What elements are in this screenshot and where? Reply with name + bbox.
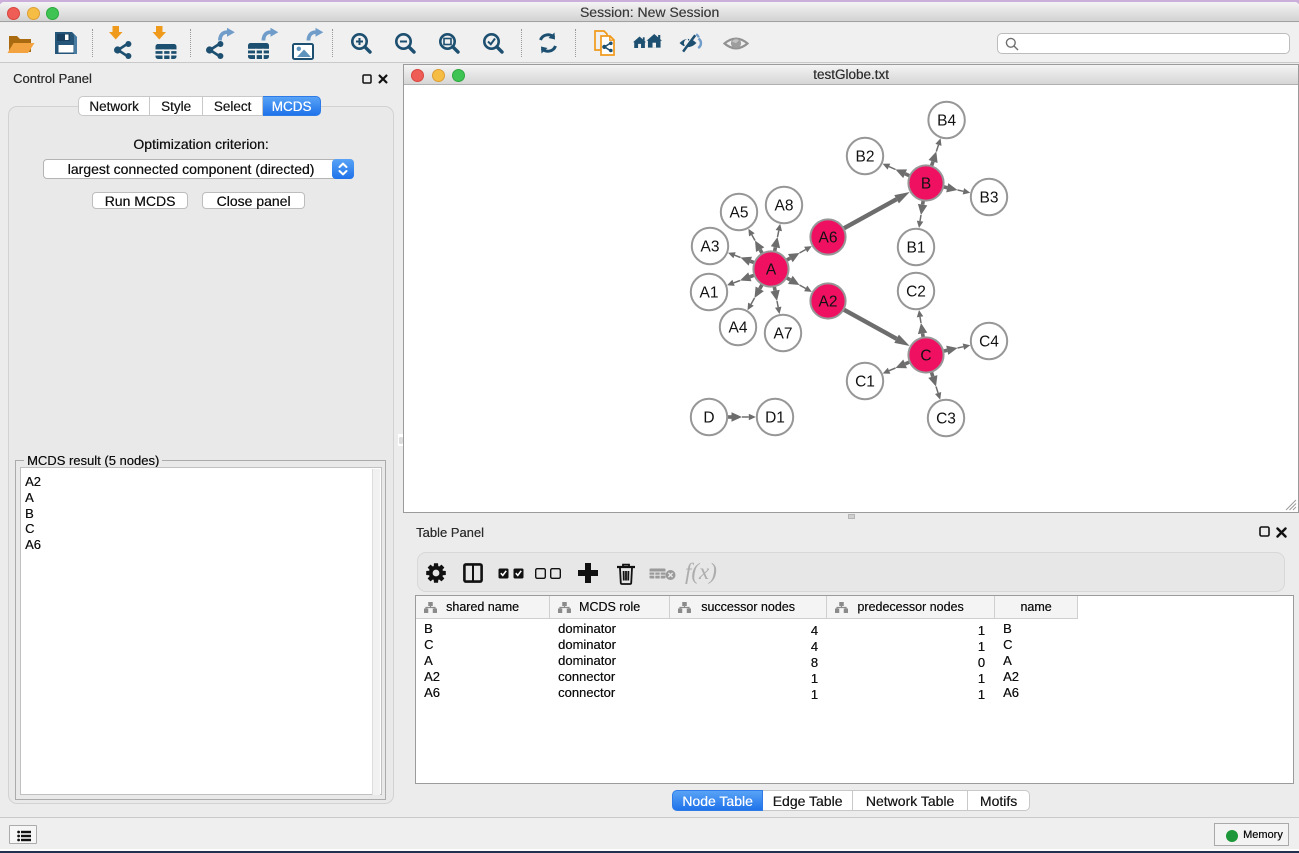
svg-text:A8: A8 <box>775 198 794 215</box>
svg-text:C3: C3 <box>936 411 956 428</box>
svg-text:A1: A1 <box>700 285 719 302</box>
svg-text:B4: B4 <box>937 113 956 130</box>
svg-text:A5: A5 <box>730 205 749 222</box>
svg-text:B: B <box>921 176 931 193</box>
svg-text:D: D <box>703 410 714 427</box>
svg-text:A4: A4 <box>729 320 748 337</box>
svg-text:A3: A3 <box>701 239 720 256</box>
svg-text:C2: C2 <box>906 284 926 301</box>
svg-text:C1: C1 <box>855 374 875 391</box>
svg-text:C4: C4 <box>979 334 999 351</box>
svg-text:A6: A6 <box>819 230 838 247</box>
svg-text:B1: B1 <box>907 240 926 257</box>
svg-text:B2: B2 <box>856 149 875 166</box>
svg-text:A7: A7 <box>774 326 793 343</box>
svg-text:B3: B3 <box>980 190 999 207</box>
svg-text:A2: A2 <box>819 294 838 311</box>
svg-text:A: A <box>766 262 777 279</box>
svg-text:C: C <box>920 348 931 365</box>
svg-text:D1: D1 <box>765 410 785 427</box>
